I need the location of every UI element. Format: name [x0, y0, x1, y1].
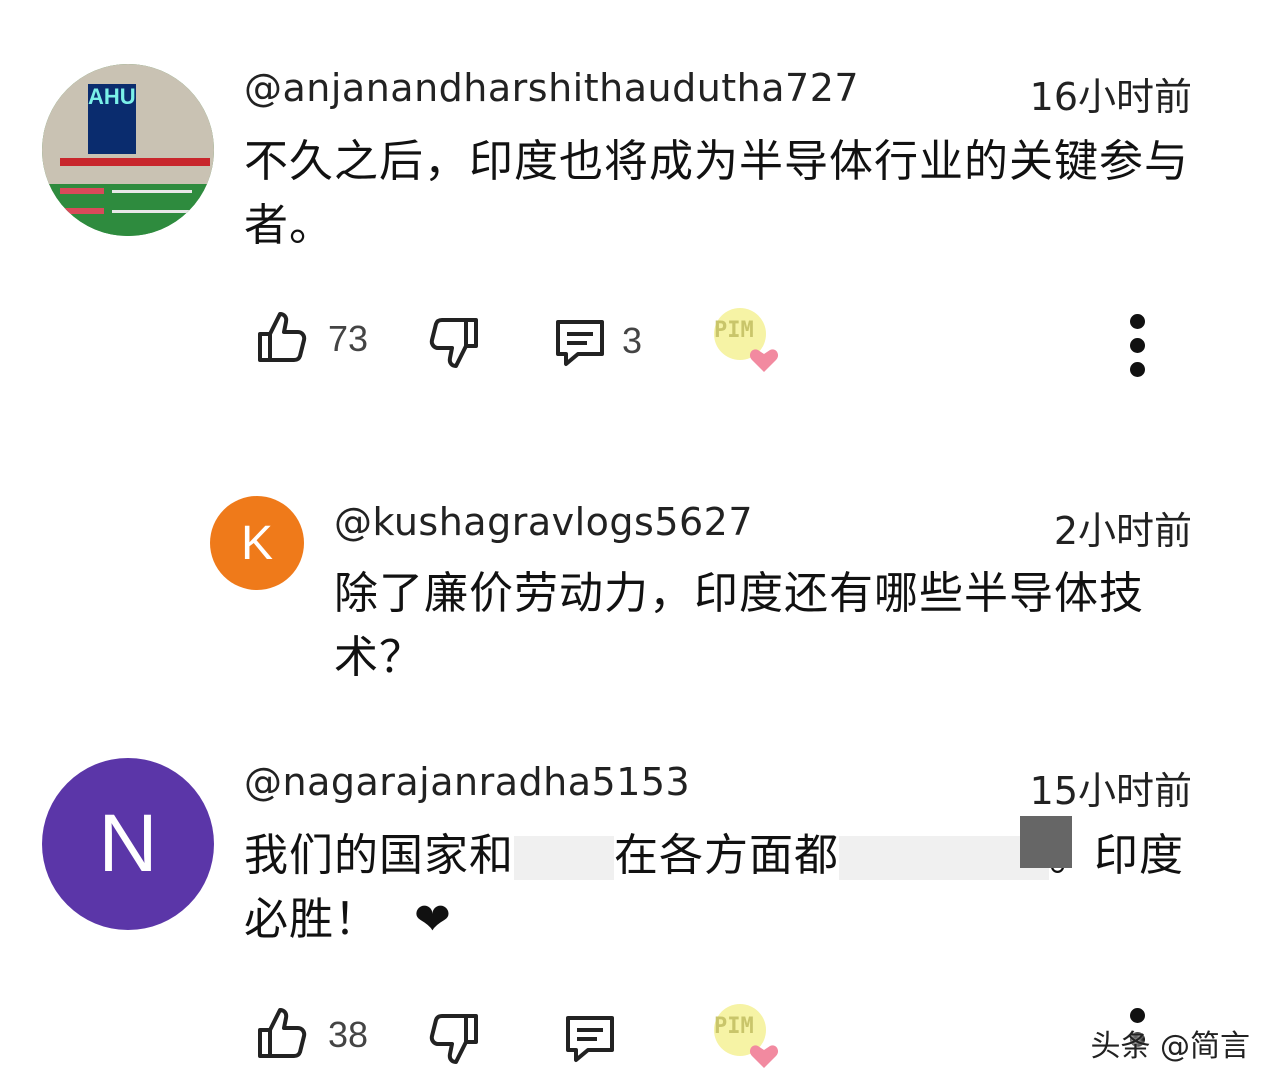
avatar[interactable]: K [210, 496, 304, 590]
comment-author[interactable]: @kushagravlogs5627 [334, 500, 753, 544]
creator-badge-label: PIM [714, 1014, 754, 1039]
redacted-text [514, 836, 614, 880]
thumbs-down-icon[interactable] [428, 316, 480, 372]
reply-count: 3 [622, 320, 643, 361]
creator-heart-icon: PIM [712, 304, 780, 372]
avatar-letter: K [240, 516, 273, 570]
creator-heart-icon: PIM [712, 1000, 780, 1068]
redaction-block [1020, 816, 1072, 868]
comment-text: 除了廉价劳动力，印度还有哪些半导体技术？ [334, 568, 1144, 683]
comment-actions: 38 PIM [0, 998, 1280, 1078]
thumbs-up-icon[interactable] [256, 1004, 308, 1060]
comment-author[interactable]: @anjanandharshithaudutha727 [244, 66, 859, 110]
thumbs-up-icon[interactable] [256, 308, 308, 364]
avatar-letter: N [98, 798, 158, 889]
comment-actions: 73 3 PIM [0, 300, 1280, 380]
watermark: 头条 @简言 [1090, 1029, 1250, 1064]
avatar[interactable]: AHU [42, 64, 214, 236]
reply-icon[interactable] [562, 1012, 618, 1066]
comment-time[interactable]: 2小时前 [1054, 500, 1192, 555]
more-vert-icon[interactable] [1130, 314, 1150, 386]
avatar[interactable]: N [42, 758, 214, 930]
comment-time[interactable]: 15小时前 [1030, 760, 1192, 815]
comment-time[interactable]: 16小时前 [1030, 66, 1192, 121]
thumbs-down-icon[interactable] [428, 1012, 480, 1068]
redacted-text [839, 836, 1049, 880]
comment-author[interactable]: @nagarajanradha5153 [244, 760, 690, 804]
text-part: 我们的国家和 [244, 830, 514, 881]
creator-badge-label: PIM [714, 318, 754, 343]
like-count: 73 [328, 318, 369, 359]
avatar-label: AHU [88, 84, 136, 109]
comment-text: 不久之后，印度也将成为半导体行业的关键参与者。 [244, 136, 1189, 251]
like-count: 38 [328, 1014, 369, 1055]
heart-emoji: ❤ [414, 894, 452, 945]
reply-icon[interactable] [552, 316, 608, 370]
text-part: 在各方面都 [614, 830, 839, 881]
